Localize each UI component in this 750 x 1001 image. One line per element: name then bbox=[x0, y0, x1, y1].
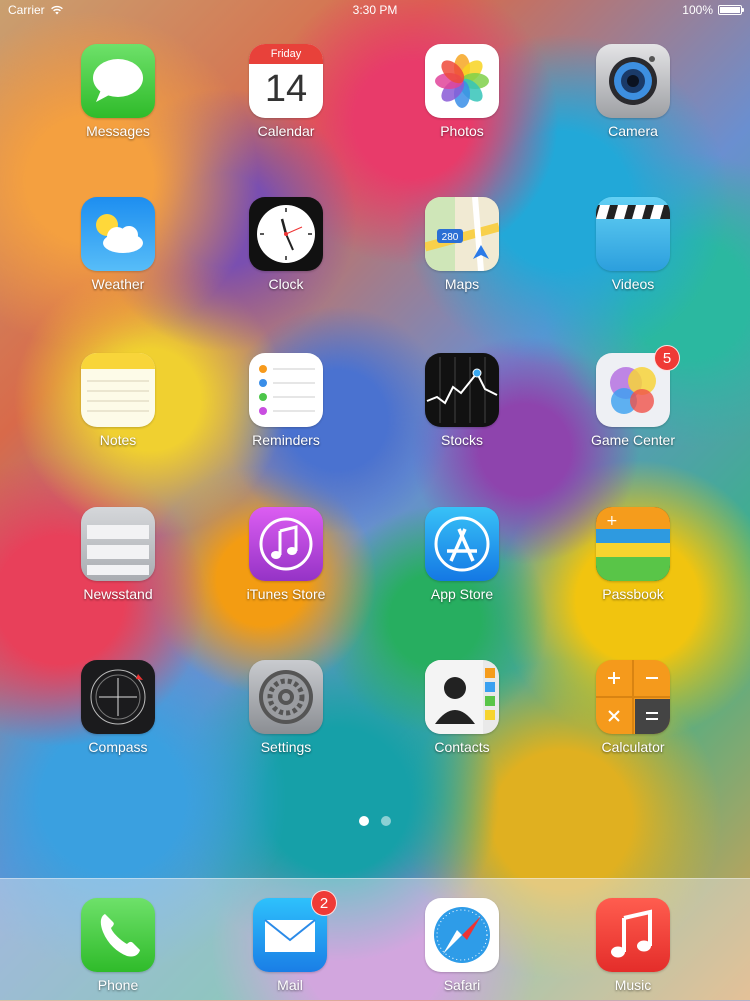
app-messages[interactable]: Messages bbox=[68, 44, 168, 139]
app-label-app-store: App Store bbox=[430, 586, 494, 602]
dock-app-music[interactable]: Music bbox=[583, 898, 683, 993]
app-label-videos: Videos bbox=[611, 276, 655, 292]
dock-label-phone: Phone bbox=[97, 977, 139, 993]
lens-icon bbox=[596, 44, 670, 118]
checklist-icon bbox=[249, 353, 323, 427]
page-dot[interactable] bbox=[359, 816, 369, 826]
person-silhouette-icon bbox=[425, 660, 499, 734]
calculator-icon bbox=[596, 660, 670, 734]
clock-face-icon bbox=[249, 197, 323, 271]
mail-badge: 2 bbox=[311, 890, 337, 916]
app-stocks[interactable]: Stocks bbox=[412, 353, 512, 448]
app-camera[interactable]: Camera bbox=[583, 44, 683, 139]
app-label-calculator: Calculator bbox=[601, 739, 665, 755]
shelf-icon bbox=[81, 507, 155, 581]
app-reminders[interactable]: Reminders bbox=[236, 353, 336, 448]
app-weather[interactable]: Weather bbox=[68, 197, 168, 292]
compass-icon bbox=[81, 660, 155, 734]
notepad-icon bbox=[81, 353, 155, 427]
pinwheel-icon bbox=[425, 44, 499, 118]
app-compass[interactable]: Compass bbox=[68, 660, 168, 755]
calendar-day: Friday bbox=[249, 44, 323, 64]
app-maps[interactable]: 280 Maps bbox=[412, 197, 512, 292]
app-videos[interactable]: Videos bbox=[583, 197, 683, 292]
app-notes[interactable]: Notes bbox=[68, 353, 168, 448]
app-label-camera: Camera bbox=[608, 123, 658, 139]
page-indicator[interactable] bbox=[0, 816, 750, 826]
tickets-icon: + bbox=[596, 507, 670, 581]
dock-app-safari[interactable]: Safari bbox=[412, 898, 512, 993]
calendar-icon: Friday 14 bbox=[249, 44, 323, 118]
gear-icon bbox=[249, 660, 323, 734]
app-label-maps: Maps bbox=[444, 276, 480, 292]
maps-route-label: 280 bbox=[442, 232, 459, 243]
app-label-passbook: Passbook bbox=[602, 586, 664, 602]
phone-handset-icon bbox=[81, 898, 155, 972]
dock-label-safari: Safari bbox=[443, 977, 481, 993]
battery-fill bbox=[720, 7, 740, 13]
music-note-icon bbox=[596, 898, 670, 972]
app-clock[interactable]: Clock bbox=[236, 197, 336, 292]
clapperboard-icon bbox=[596, 197, 670, 271]
app-calendar[interactable]: Friday 14 Calendar bbox=[236, 44, 336, 139]
game-center-badge: 5 bbox=[654, 345, 680, 371]
stock-chart-icon bbox=[425, 353, 499, 427]
app-label-photos: Photos bbox=[440, 123, 484, 139]
app-game-center[interactable]: 5 Game Center bbox=[583, 345, 683, 448]
status-right: 100% bbox=[682, 0, 744, 20]
app-label-settings: Settings bbox=[260, 739, 312, 755]
mail-icon-wrap: 2 bbox=[253, 890, 337, 972]
app-label-stocks: Stocks bbox=[440, 432, 483, 448]
app-itunes-store[interactable]: iTunes Store bbox=[236, 507, 336, 602]
battery-icon bbox=[718, 5, 744, 15]
app-store-a-icon bbox=[425, 507, 499, 581]
dock-label-mail: Mail bbox=[277, 977, 303, 993]
music-note-icon bbox=[249, 507, 323, 581]
dock-label-music: Music bbox=[614, 977, 652, 993]
battery-percent: 100% bbox=[682, 3, 713, 17]
app-passbook[interactable]: + Passbook bbox=[583, 507, 683, 602]
dock-app-mail[interactable]: 2 Mail bbox=[240, 890, 340, 993]
compass-needle-icon bbox=[425, 898, 499, 972]
app-label-newsstand: Newsstand bbox=[83, 586, 153, 602]
app-label-contacts: Contacts bbox=[434, 739, 490, 755]
app-newsstand[interactable]: Newsstand bbox=[68, 507, 168, 602]
app-label-weather: Weather bbox=[91, 276, 145, 292]
status-bar: Carrier 3:30 PM 100% bbox=[0, 0, 750, 20]
calendar-date: 14 bbox=[264, 68, 308, 110]
app-label-game-center: Game Center bbox=[590, 432, 676, 448]
app-label-compass: Compass bbox=[88, 739, 148, 755]
app-label-messages: Messages bbox=[86, 123, 150, 139]
speech-bubble-icon bbox=[81, 44, 155, 118]
app-photos[interactable]: Photos bbox=[412, 44, 512, 139]
game-center-icon-wrap: 5 bbox=[596, 345, 680, 427]
app-contacts[interactable]: Contacts bbox=[412, 660, 512, 755]
app-label-reminders: Reminders bbox=[252, 432, 320, 448]
app-app-store[interactable]: App Store bbox=[412, 507, 512, 602]
map-icon: 280 bbox=[425, 197, 499, 271]
app-label-notes: Notes bbox=[99, 432, 137, 448]
svg-text:+: + bbox=[606, 513, 618, 529]
status-time: 3:30 PM bbox=[352, 3, 398, 17]
dock-app-phone[interactable]: Phone bbox=[68, 898, 168, 993]
app-calculator[interactable]: Calculator bbox=[583, 660, 683, 755]
app-settings[interactable]: Settings bbox=[236, 660, 336, 755]
app-label-clock: Clock bbox=[268, 276, 304, 292]
page-dot[interactable] bbox=[381, 816, 391, 826]
app-label-itunes-store: iTunes Store bbox=[246, 586, 326, 602]
sun-cloud-icon bbox=[81, 197, 155, 271]
app-label-calendar: Calendar bbox=[257, 123, 315, 139]
